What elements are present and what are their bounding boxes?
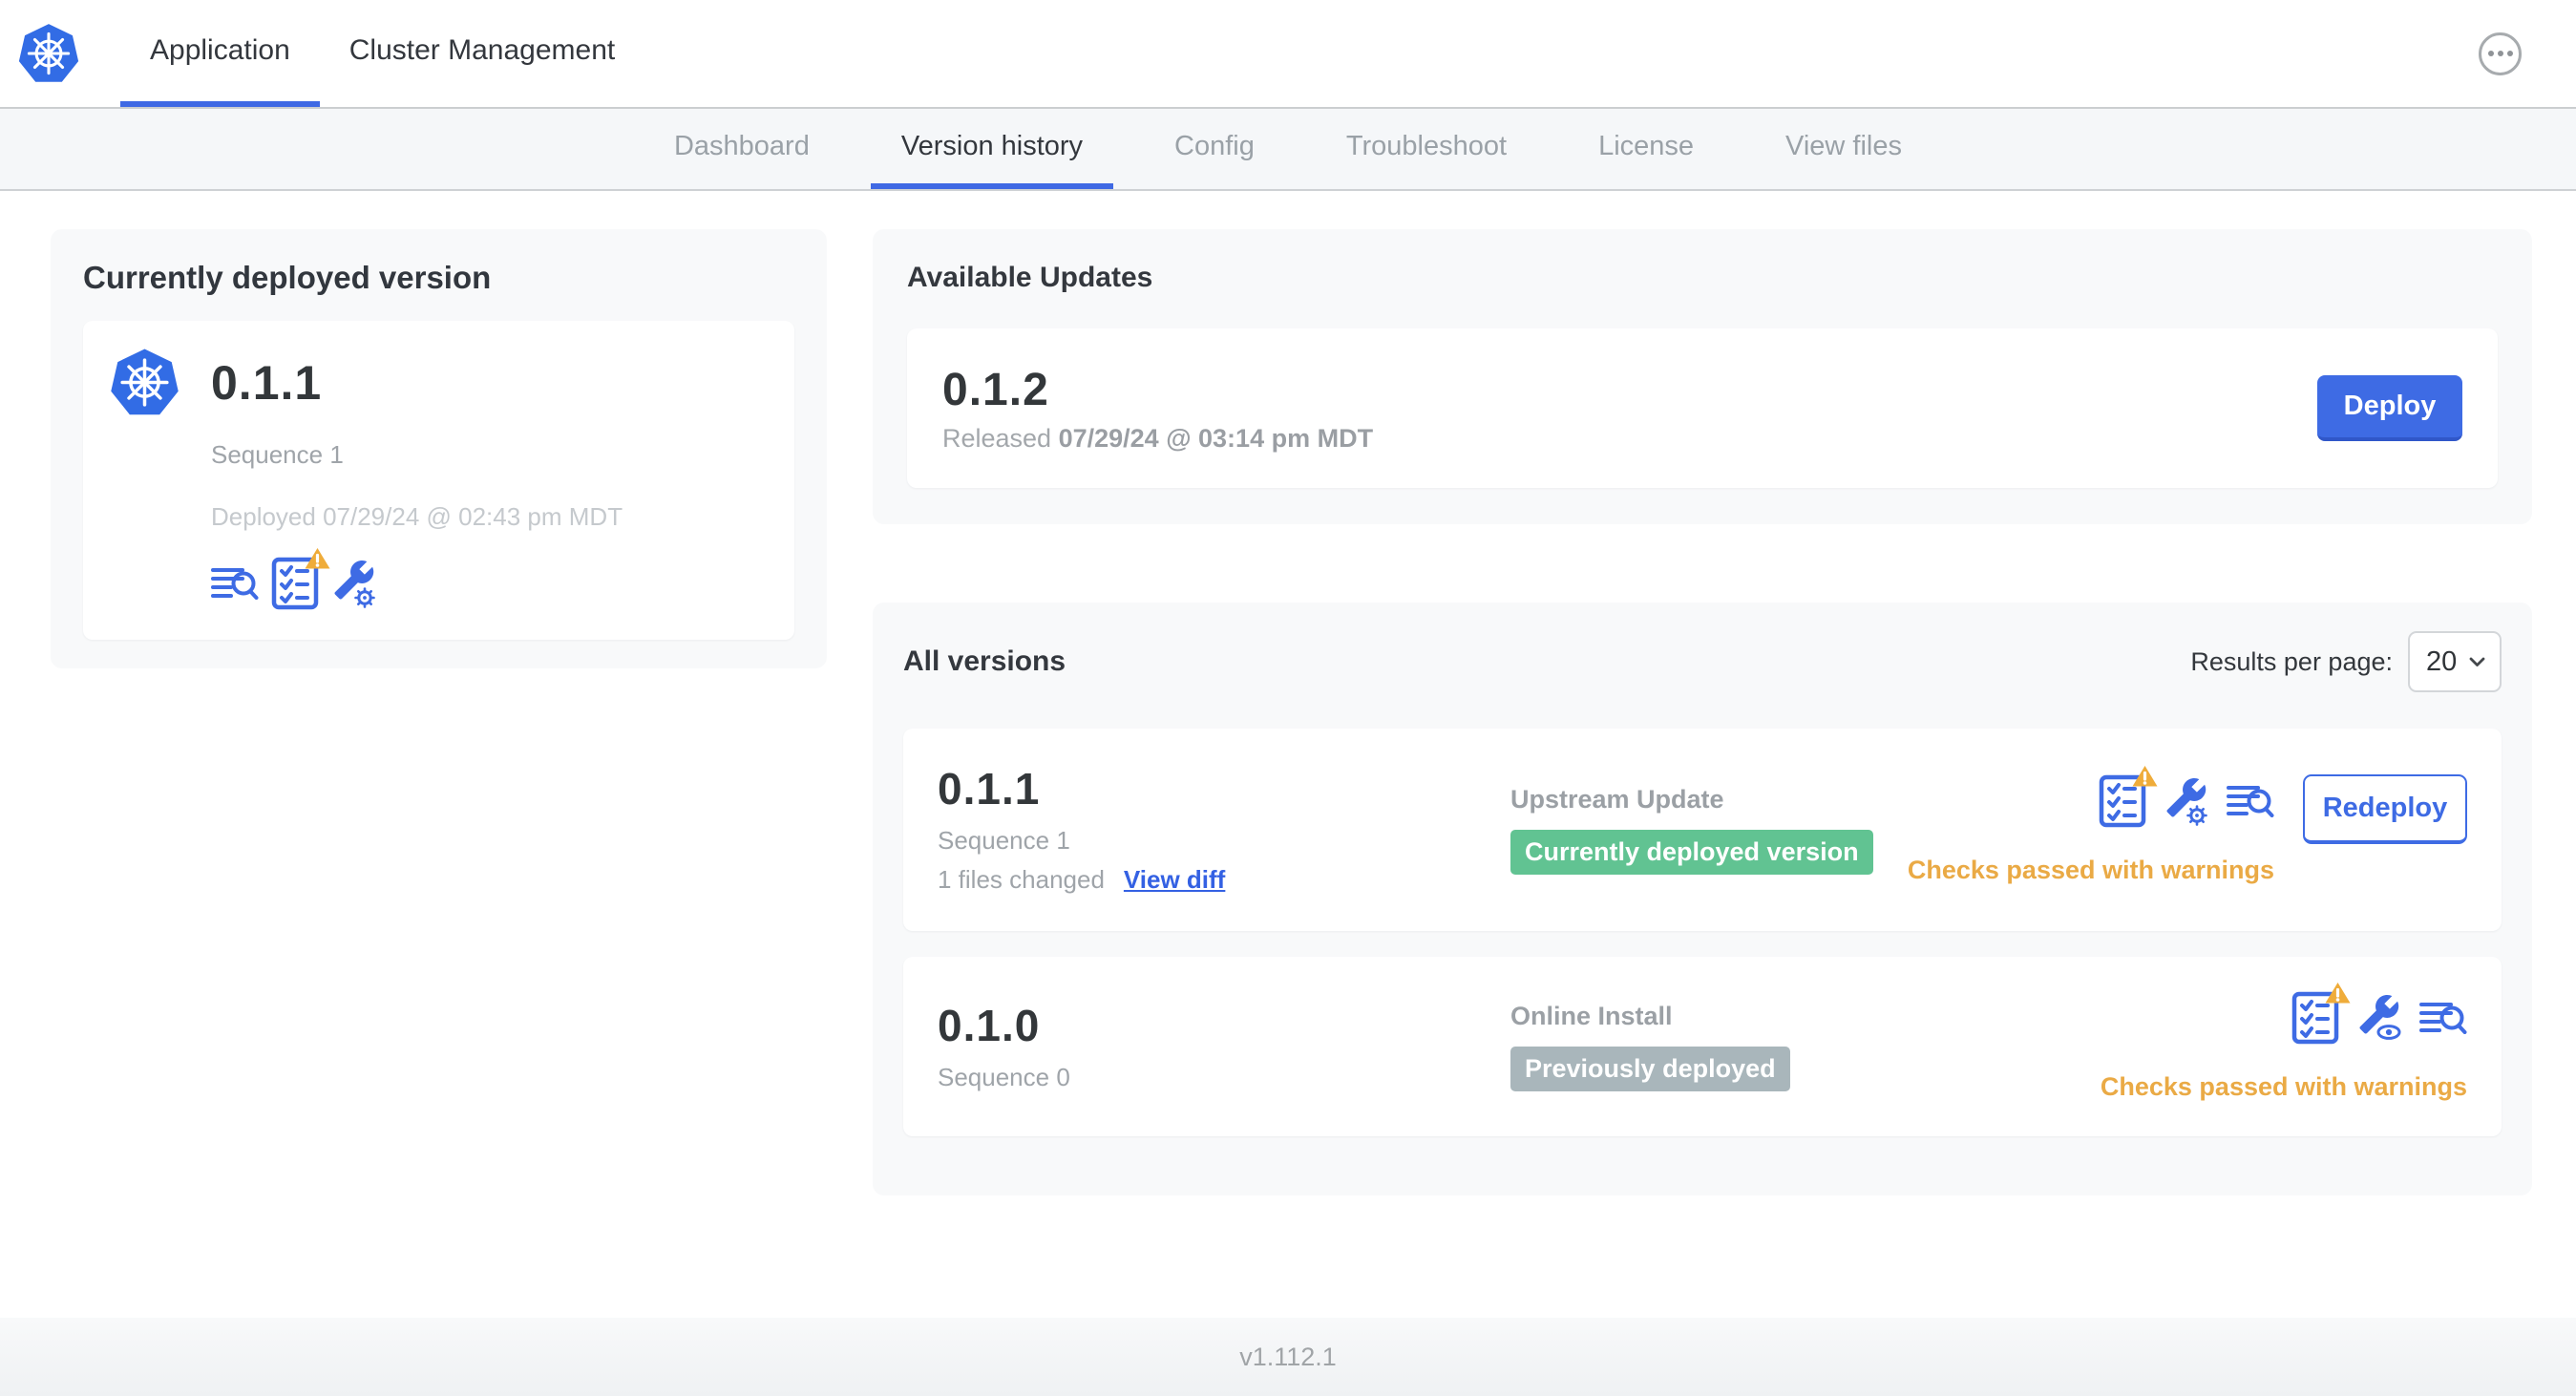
current-deployed-timestamp: Deployed 07/29/24 @ 02:43 pm MDT (211, 502, 623, 531)
tab-config-label: Config (1174, 130, 1255, 161)
currently-deployed-panel: Currently deployed version 0.1.1 Sequenc… (51, 229, 827, 668)
available-updates-panel: Available Updates 0.1.2 Released 07/29/2… (873, 229, 2532, 524)
version-source-label: Upstream Update (1510, 785, 1724, 814)
top-bar: Application Cluster Management (0, 0, 2576, 109)
version-row: 0.1.1 Sequence 1 1 files changed View di… (903, 729, 2502, 931)
preflight-checks-icon[interactable] (271, 546, 331, 615)
status-badge-currently-deployed: Currently deployed version (1510, 830, 1873, 875)
released-prefix: Released (942, 423, 1052, 453)
tab-cluster-management-label: Cluster Management (348, 34, 616, 66)
available-update-card: 0.1.2 Released 07/29/24 @ 03:14 pm MDT D… (907, 328, 2498, 488)
tab-dashboard-label: Dashboard (673, 130, 810, 161)
all-versions-title: All versions (903, 645, 1066, 677)
row-sequence: Sequence 1 (938, 826, 1070, 855)
tab-cluster-management[interactable]: Cluster Management (320, 0, 644, 107)
chevron-down-icon (2469, 657, 2485, 666)
deploy-logs-icon[interactable] (211, 567, 259, 604)
currently-deployed-card: 0.1.1 Sequence 1 Deployed 07/29/24 @ 02:… (83, 321, 794, 640)
currently-deployed-title: Currently deployed version (83, 260, 492, 295)
status-badge-previously-deployed: Previously deployed (1510, 1047, 1790, 1091)
edit-config-icon[interactable] (2164, 775, 2209, 832)
version-source-label: Online Install (1510, 1002, 1673, 1030)
row-version-number: 0.1.1 (938, 764, 1041, 814)
view-config-icon[interactable] (2356, 992, 2402, 1048)
tab-license[interactable]: License (1568, 109, 1724, 189)
current-version-number: 0.1.1 (211, 355, 323, 410)
tab-dashboard[interactable]: Dashboard (644, 109, 840, 189)
preflight-warning-icon (2324, 981, 2352, 1005)
tab-troubleshoot-label: Troubleshoot (1345, 130, 1508, 161)
edit-config-icon[interactable] (331, 558, 377, 614)
current-sequence: Sequence 1 (211, 440, 344, 469)
ellipsis-icon (2506, 51, 2513, 56)
files-changed-text: 1 files changed (938, 865, 1105, 894)
all-versions-panel: All versions Results per page: 20 0.1.1 … (873, 603, 2532, 1195)
tab-application[interactable]: Application (120, 0, 320, 107)
results-per-page-value: 20 (2426, 645, 2458, 677)
preflight-warning-icon (2131, 764, 2159, 789)
tab-view-files-label: View files (1785, 130, 1903, 161)
deploy-logs-icon[interactable] (2419, 1002, 2467, 1039)
main-content: Currently deployed version 0.1.1 Sequenc… (51, 229, 2532, 1195)
results-per-page-select[interactable]: 20 (2408, 631, 2502, 692)
results-per-page-label: Results per page: (2190, 646, 2393, 676)
tab-version-history[interactable]: Version history (870, 109, 1114, 189)
right-column: Available Updates 0.1.2 Released 07/29/2… (873, 229, 2532, 1195)
update-version-number: 0.1.2 (942, 364, 1049, 415)
released-date: 07/29/24 @ 03:14 pm MDT (1058, 423, 1374, 453)
redeploy-button[interactable]: Redeploy (2303, 774, 2467, 844)
app-logo-kubernetes-icon (17, 22, 80, 84)
tab-troubleshoot[interactable]: Troubleshoot (1316, 109, 1537, 189)
version-row: 0.1.0 Sequence 0 Online Install Previous… (903, 957, 2502, 1136)
more-menu-button[interactable] (2479, 32, 2522, 75)
tab-config[interactable]: Config (1144, 109, 1285, 189)
deploy-logs-icon[interactable] (2227, 785, 2274, 822)
preflight-checks-icon[interactable] (2291, 981, 2352, 1049)
ellipsis-icon (2497, 51, 2503, 56)
preflight-checks-status: Checks passed with warnings (2100, 1072, 2467, 1101)
row-version-number: 0.1.0 (938, 1000, 1041, 1050)
preflight-checks-icon[interactable] (2099, 764, 2159, 833)
available-updates-title: Available Updates (907, 262, 1153, 293)
tab-view-files[interactable]: View files (1755, 109, 1932, 189)
console-version: v1.112.1 (1239, 1342, 1337, 1371)
view-diff-link[interactable]: View diff (1124, 865, 1225, 895)
page-footer: v1.112.1 (0, 1318, 2576, 1396)
tab-application-label: Application (150, 34, 290, 66)
app-kubernetes-icon (109, 347, 180, 416)
app-sub-nav: Dashboard Version history Config Trouble… (0, 109, 2576, 191)
preflight-warning-icon (304, 546, 331, 571)
preflight-checks-status: Checks passed with warnings (1907, 856, 2274, 884)
ellipsis-icon (2487, 51, 2494, 56)
update-released-timestamp: Released 07/29/24 @ 03:14 pm MDT (942, 424, 1373, 454)
tab-version-history-label: Version history (900, 130, 1084, 161)
row-sequence: Sequence 0 (938, 1062, 1070, 1091)
deploy-button[interactable]: Deploy (2317, 375, 2462, 441)
tab-license-label: License (1598, 130, 1695, 161)
